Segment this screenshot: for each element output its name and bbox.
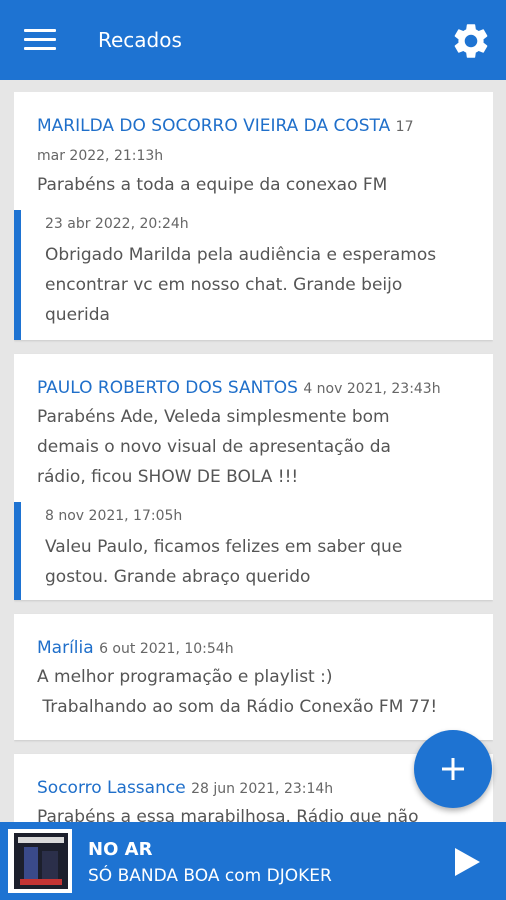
message-card[interactable]: Marília 6 out 2021, 10:54h A melhor prog… bbox=[14, 614, 493, 740]
player-bar[interactable]: NO AR SÓ BANDA BOA com DJOKER bbox=[0, 822, 506, 900]
page-title: Recados bbox=[98, 28, 182, 52]
track-title: SÓ BANDA BOA com DJOKER bbox=[88, 866, 332, 886]
reply-text-line: Obrigado Marilda pela audiência e espera… bbox=[45, 245, 437, 265]
message-header: MARILDA DO SOCORRO VIEIRA DA COSTA 17 bbox=[37, 112, 479, 141]
message-header: Marília 6 out 2021, 10:54h bbox=[37, 634, 479, 663]
message-card[interactable]: PAULO ROBERTO DOS SANTOS 4 nov 2021, 23:… bbox=[14, 354, 493, 600]
message-text-line: demais o novo visual de apresentação da bbox=[37, 437, 391, 457]
reply-text-line: querida bbox=[45, 305, 110, 325]
message-text-line: Parabéns Ade, Veleda simplesmente bom bbox=[37, 407, 390, 427]
plus-icon bbox=[442, 758, 464, 780]
reply-text-line: gostou. Grande abraço querido bbox=[45, 567, 311, 587]
gear-icon[interactable] bbox=[450, 20, 492, 62]
messages-feed[interactable]: MARILDA DO SOCORRO VIEIRA DA COSTA 17 ma… bbox=[14, 92, 493, 822]
message-timestamp-cont: mar 2022, 21:13h bbox=[37, 148, 164, 164]
message-header: Socorro Lassance 28 jun 2021, 23:14h bbox=[37, 774, 479, 803]
reply-text-line: Valeu Paulo, ficamos felizes em saber qu… bbox=[45, 537, 403, 557]
reply-block: 23 abr 2022, 20:24h Obrigado Marilda pel… bbox=[14, 210, 493, 340]
message-text-line: rádio, ficou SHOW DE BOLA !!! bbox=[37, 467, 299, 487]
message-timestamp: 6 out 2021, 10:54h bbox=[99, 641, 234, 657]
message-text-line: A melhor programação e playlist :) bbox=[37, 667, 333, 687]
message-author: MARILDA DO SOCORRO VIEIRA DA COSTA bbox=[37, 116, 391, 136]
menu-icon[interactable] bbox=[24, 29, 56, 51]
reply-timestamp: 8 nov 2021, 17:05h bbox=[45, 508, 183, 524]
reply-text-line: encontrar vc em nosso chat. Grande beijo bbox=[45, 275, 403, 295]
message-timestamp: 17 bbox=[395, 119, 414, 135]
message-author: Marília bbox=[37, 638, 94, 658]
message-author: PAULO ROBERTO DOS SANTOS bbox=[37, 378, 298, 398]
message-timestamp: 28 jun 2021, 23:14h bbox=[191, 781, 334, 797]
play-icon[interactable] bbox=[452, 846, 482, 878]
message-author: Socorro Lassance bbox=[37, 778, 186, 798]
reply-timestamp: 23 abr 2022, 20:24h bbox=[45, 216, 189, 232]
message-text-line: Trabalhando ao som da Rádio Conexão FM 7… bbox=[37, 697, 438, 717]
live-status: NO AR bbox=[88, 839, 153, 860]
message-text: Parabéns a toda a equipe da conexao FM bbox=[37, 175, 388, 195]
add-message-button[interactable] bbox=[414, 730, 492, 808]
message-text-line: Parabéns a essa marabilhosa. Rádio que n… bbox=[37, 807, 419, 822]
message-timestamp: 4 nov 2021, 23:43h bbox=[303, 381, 441, 397]
message-header: PAULO ROBERTO DOS SANTOS 4 nov 2021, 23:… bbox=[37, 374, 479, 403]
reply-block: 8 nov 2021, 17:05h Valeu Paulo, ficamos … bbox=[14, 502, 493, 600]
message-card[interactable]: MARILDA DO SOCORRO VIEIRA DA COSTA 17 ma… bbox=[14, 92, 493, 340]
app-bar: Recados bbox=[0, 0, 506, 80]
album-cover bbox=[8, 829, 72, 893]
